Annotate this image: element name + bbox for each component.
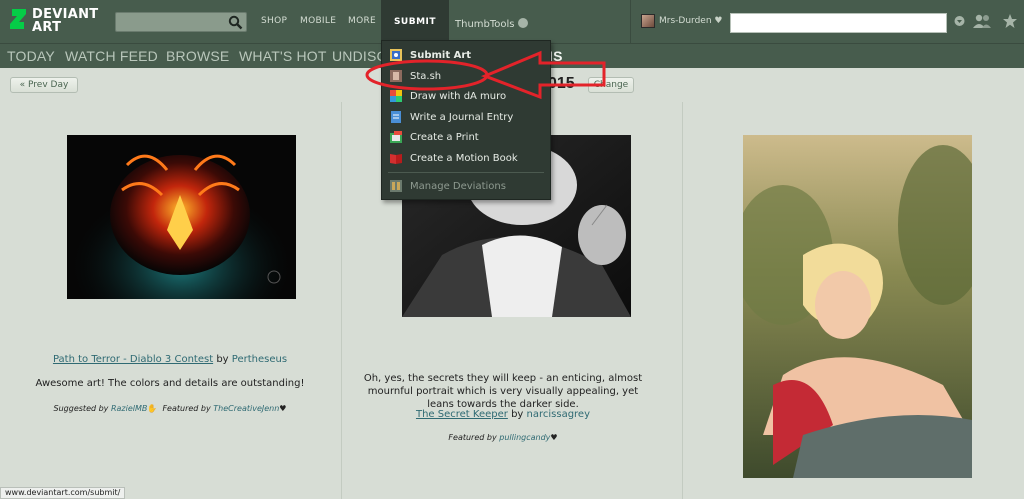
- journal-icon: [391, 111, 401, 123]
- deviation-comment: Oh, yes, the secrets they will keep - an…: [363, 373, 643, 410]
- star-icon[interactable]: [1002, 13, 1018, 29]
- search-input[interactable]: [115, 12, 247, 32]
- featured-by-link[interactable]: pullingcandy: [499, 433, 550, 442]
- search-icon[interactable]: [228, 15, 243, 30]
- heart-icon: ♥: [279, 404, 287, 413]
- header-search-field[interactable]: [730, 13, 947, 33]
- featured-line: Featured by pullingcandy♥: [362, 431, 644, 444]
- prev-day-button[interactable]: « Prev Day: [10, 77, 78, 93]
- menu-item-journal[interactable]: Write a Journal Entry: [382, 108, 552, 128]
- menu-item-label: Write a Journal Entry: [410, 112, 514, 123]
- deviation-caption: Path to Terror - Diablo 3 Contest by Per…: [20, 353, 320, 366]
- subnav-browse[interactable]: BROWSE: [166, 48, 229, 64]
- muro-icon: [390, 90, 402, 102]
- deviation-thumbnail-diablo[interactable]: [67, 135, 296, 299]
- artist-link[interactable]: Pertheseus: [232, 354, 287, 365]
- featured-label: Featured by: [448, 433, 497, 442]
- deviation-thumbnail-pinup-portrait[interactable]: [743, 135, 972, 478]
- suggested-label: Suggested by: [53, 404, 109, 413]
- chevron-down-icon: [517, 18, 528, 28]
- column-divider: [682, 102, 683, 499]
- motion-book-icon: [390, 154, 402, 164]
- menu-item-label: Sta.sh: [410, 71, 442, 82]
- menu-item-stash[interactable]: Sta.sh: [382, 67, 552, 87]
- nav-shop[interactable]: SHOP: [261, 16, 287, 26]
- logo-text-art: ART: [32, 20, 62, 35]
- nav-submit[interactable]: SUBMIT: [381, 0, 449, 44]
- print-icon: [390, 131, 402, 143]
- column-divider: [341, 102, 342, 499]
- subnav-today[interactable]: TODAY: [7, 48, 55, 64]
- deviation-caption: The Secret Keeper by narcissagrey: [362, 408, 644, 421]
- hand-icon: ✋: [147, 404, 158, 413]
- browser-status-url: www.deviantart.com/submit/: [0, 487, 126, 499]
- menu-item-label: Draw with dA muro: [410, 91, 507, 102]
- thumbtools-label: ThumbTools: [455, 19, 515, 30]
- menu-item-label: Submit Art: [410, 50, 472, 61]
- menu-item-label: Create a Motion Book: [410, 153, 518, 164]
- menu-item-label: Manage Deviations: [410, 181, 506, 192]
- avatar[interactable]: [641, 14, 655, 28]
- deviation-title-link[interactable]: The Secret Keeper: [416, 409, 508, 420]
- featured-by-link[interactable]: TheCreativeJenn: [213, 404, 279, 413]
- deviation-title-link[interactable]: Path to Terror - Diablo 3 Contest: [53, 354, 213, 365]
- header-divider: [630, 0, 631, 44]
- nav-more[interactable]: MORE: [348, 16, 376, 26]
- by-label: by: [216, 354, 229, 365]
- featured-label: Featured by: [162, 404, 211, 413]
- by-label: by: [511, 409, 524, 420]
- manage-icon: [390, 180, 402, 192]
- thumbtools-menu[interactable]: ThumbTools: [455, 18, 528, 30]
- subnav-undiscovered[interactable]: UNDISC: [332, 48, 387, 64]
- menu-item-submit-art[interactable]: Submit Art: [382, 46, 552, 66]
- suggested-by-link[interactable]: RazielMB: [111, 404, 147, 413]
- artist-link[interactable]: narcissagrey: [527, 409, 591, 420]
- deviantart-logo-icon: [10, 9, 26, 29]
- submit-dropdown-menu: Submit Art Sta.sh Draw with dA muro Writ…: [381, 40, 551, 200]
- menu-divider: [388, 172, 544, 173]
- heart-icon: ♥: [550, 433, 558, 442]
- top-bar: DEVIANT ART SHOP MOBILE MORE SUBMIT Thum…: [0, 0, 1024, 44]
- deviantart-logo[interactable]: DEVIANT ART: [8, 7, 108, 37]
- deviation-comment: Awesome art! The colors and details are …: [35, 378, 305, 389]
- submit-art-icon: [390, 49, 402, 61]
- nav-mobile[interactable]: MOBILE: [300, 16, 336, 26]
- heart-icon: ♥: [714, 16, 723, 26]
- stash-icon: [390, 70, 402, 82]
- suggested-featured-line: Suggested by RazielMB✋ Featured by TheCr…: [20, 402, 320, 415]
- username-label: Mrs-Durden: [659, 16, 712, 26]
- subnav-watch-feed[interactable]: WATCH FEED: [65, 48, 158, 64]
- menu-item-manage-deviations[interactable]: Manage Deviations: [382, 177, 552, 197]
- change-date-button[interactable]: Change: [588, 77, 634, 93]
- username[interactable]: Mrs-Durden ♥: [659, 16, 723, 26]
- date-heading: 015: [548, 75, 575, 92]
- menu-item-label: Create a Print: [410, 132, 479, 143]
- menu-item-print[interactable]: Create a Print: [382, 128, 552, 148]
- dropdown-icon[interactable]: [954, 13, 965, 31]
- subnav-whats-hot[interactable]: WHAT'S HOT: [239, 48, 327, 64]
- watchers-icon[interactable]: [972, 13, 992, 31]
- menu-item-draw-muro[interactable]: Draw with dA muro: [382, 87, 552, 107]
- menu-item-motion-book[interactable]: Create a Motion Book: [382, 149, 552, 169]
